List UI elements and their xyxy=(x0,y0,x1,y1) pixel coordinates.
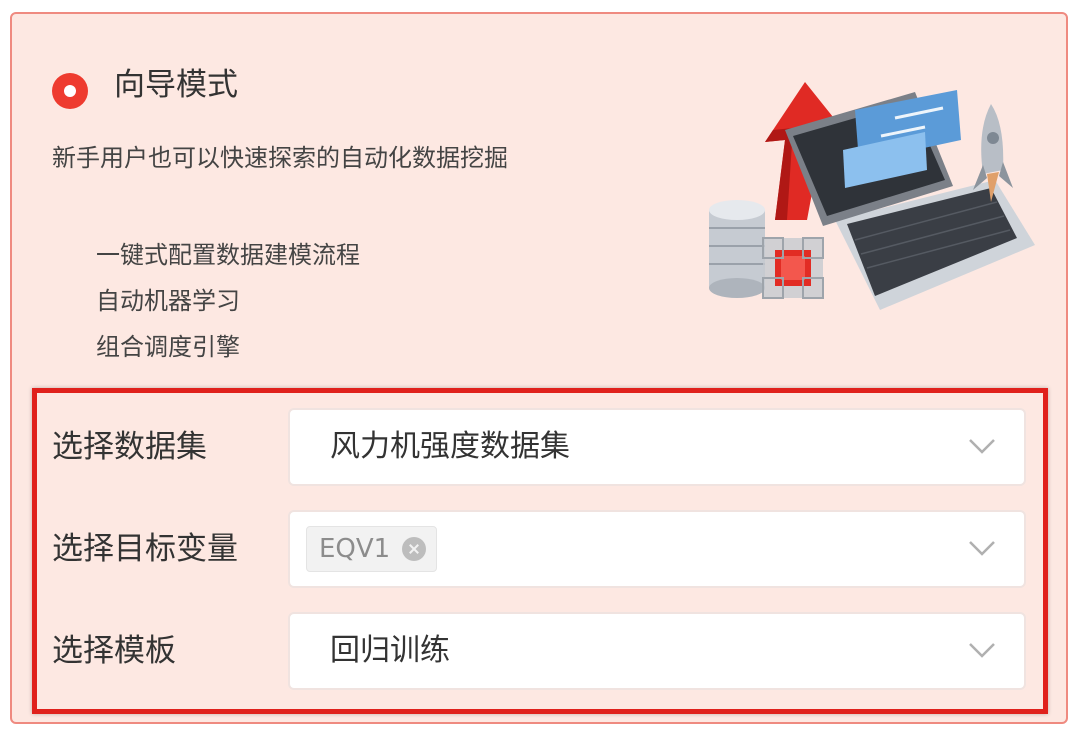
feature-item: 组合调度引擎 xyxy=(96,333,240,361)
mode-title: 向导模式 xyxy=(114,67,238,103)
dataset-select[interactable]: 风力机强度数据集 xyxy=(288,408,1026,486)
feature-list: 一键式配置数据建模流程 自动机器学习 组合调度引擎 xyxy=(96,232,360,370)
feature-item: 一键式配置数据建模流程 xyxy=(96,241,360,269)
mode-description: 新手用户也可以快速探索的自动化数据挖掘 xyxy=(52,144,508,172)
template-select[interactable]: 回归训练 xyxy=(288,612,1026,690)
chevron-down-icon[interactable] xyxy=(968,438,996,454)
tag-label: EQV1 xyxy=(319,534,391,564)
target-variable-tag: EQV1 xyxy=(306,526,438,572)
target-variable-label: 选择目标变量 xyxy=(52,531,238,567)
close-circle-icon[interactable] xyxy=(402,537,427,561)
chevron-down-icon[interactable] xyxy=(968,540,996,556)
target-variable-select[interactable]: EQV1 xyxy=(288,510,1026,588)
laptop-data-illustration xyxy=(709,82,1035,310)
template-value: 回归训练 xyxy=(330,633,450,668)
dataset-label: 选择数据集 xyxy=(52,429,207,465)
radio-selected-icon[interactable] xyxy=(52,73,88,109)
dataset-value: 风力机强度数据集 xyxy=(330,429,570,464)
feature-item: 自动机器学习 xyxy=(96,287,240,315)
chevron-down-icon[interactable] xyxy=(968,642,996,658)
template-label: 选择模板 xyxy=(52,633,176,669)
